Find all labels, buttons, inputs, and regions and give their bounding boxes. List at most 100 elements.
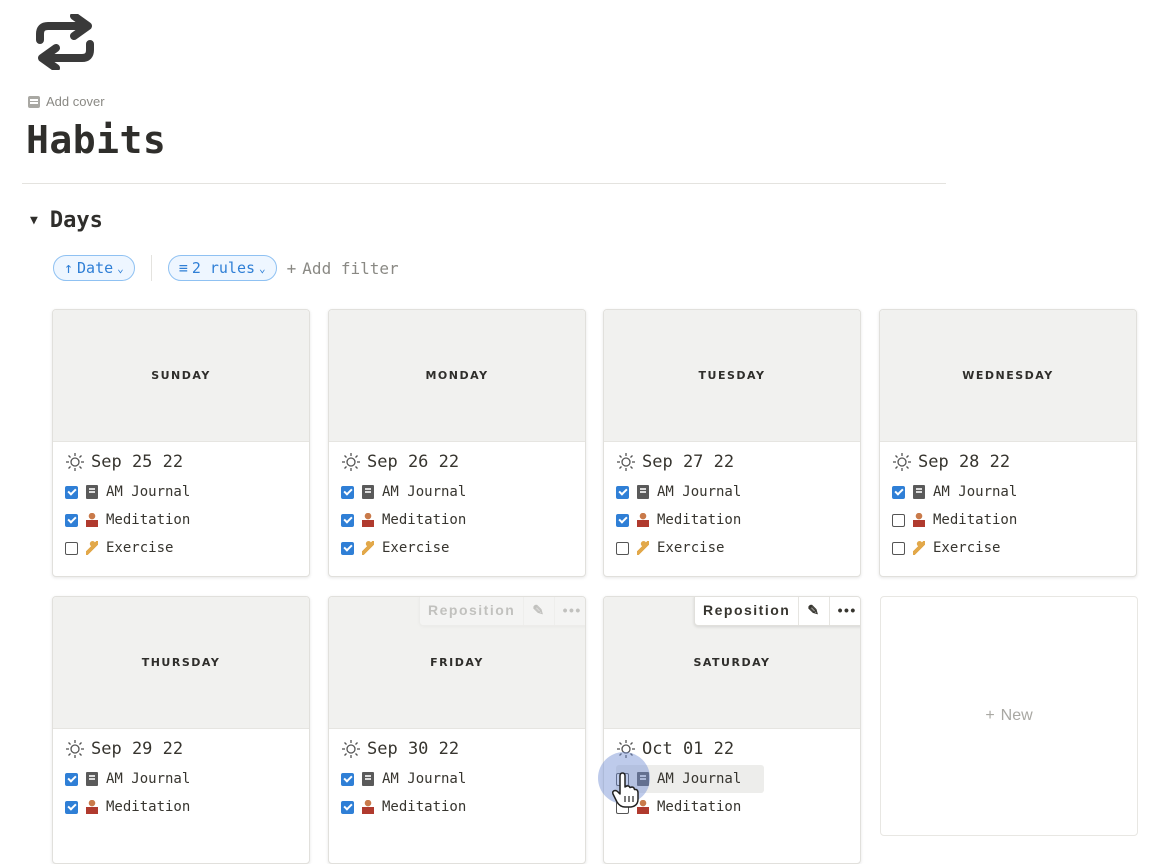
journal-icon bbox=[637, 485, 649, 499]
checkbox[interactable] bbox=[341, 513, 354, 527]
card-date: Sep 27 22 bbox=[642, 452, 735, 472]
card-date: Sep 25 22 bbox=[91, 452, 184, 472]
checkbox[interactable] bbox=[65, 513, 78, 527]
journal-icon bbox=[913, 485, 925, 499]
arrow-up-icon: ↑ bbox=[64, 259, 74, 277]
divider bbox=[22, 183, 946, 184]
checkbox[interactable] bbox=[341, 485, 354, 499]
card-cover-toolbar: Reposition ✎ ••• bbox=[419, 597, 585, 626]
habit-label: Meditation bbox=[657, 512, 742, 528]
rules-label: 2 rules bbox=[191, 259, 256, 277]
sun-icon bbox=[617, 453, 635, 471]
journal-icon bbox=[362, 772, 374, 786]
card-cover: WEDNESDAY bbox=[880, 310, 1136, 442]
checkbox[interactable] bbox=[892, 513, 905, 527]
journal-icon bbox=[86, 485, 98, 499]
card-thursday[interactable]: THURSDAY Sep 29 22 AM Journal Meditation bbox=[52, 596, 310, 864]
habit-label: AM Journal bbox=[382, 771, 467, 787]
habit-row: Meditation bbox=[65, 793, 297, 821]
checkbox[interactable] bbox=[892, 485, 905, 499]
reposition-button[interactable]: Reposition bbox=[420, 597, 525, 625]
habit-row: Meditation bbox=[892, 506, 1124, 534]
card-date: Sep 26 22 bbox=[367, 452, 460, 472]
meditation-icon bbox=[86, 513, 98, 527]
habit-label: AM Journal bbox=[933, 484, 1018, 500]
card-cover: Reposition ✎ ••• SATURDAY bbox=[604, 597, 860, 729]
habit-label: Meditation bbox=[933, 512, 1018, 528]
checkbox[interactable] bbox=[65, 485, 78, 499]
habit-row: Exercise bbox=[892, 534, 1124, 562]
habit-row: AM Journal bbox=[341, 765, 573, 793]
checkbox[interactable] bbox=[616, 513, 629, 527]
sort-label: Date bbox=[77, 259, 114, 277]
sun-icon bbox=[342, 453, 360, 471]
add-filter-button[interactable]: + Add filter bbox=[287, 259, 399, 278]
checkbox[interactable] bbox=[616, 541, 629, 555]
card-saturday[interactable]: Reposition ✎ ••• SATURDAY Oct 01 22 AM J… bbox=[603, 596, 861, 864]
card-cover: SUNDAY bbox=[53, 310, 309, 442]
habit-label: Meditation bbox=[657, 799, 742, 815]
exercise-icon bbox=[362, 541, 374, 555]
habit-label: Meditation bbox=[382, 799, 467, 815]
exercise-icon bbox=[637, 541, 649, 555]
card-cover: MONDAY bbox=[329, 310, 585, 442]
checkbox[interactable] bbox=[341, 541, 354, 555]
meditation-icon bbox=[362, 800, 374, 814]
pencil-icon[interactable]: ✎ bbox=[799, 597, 830, 625]
plus-icon: + bbox=[985, 707, 995, 724]
card-wednesday[interactable]: WEDNESDAY Sep 28 22 AM Journal Meditatio… bbox=[879, 309, 1137, 577]
more-icon[interactable]: ••• bbox=[555, 597, 585, 625]
sun-icon bbox=[66, 740, 84, 758]
checkbox[interactable] bbox=[65, 800, 78, 814]
new-card-button[interactable]: + New bbox=[880, 596, 1138, 836]
habit-row: Exercise bbox=[65, 534, 297, 562]
section-toggle-days[interactable]: ▼ Days bbox=[30, 208, 103, 233]
sun-icon bbox=[893, 453, 911, 471]
more-icon[interactable]: ••• bbox=[830, 597, 860, 625]
meditation-icon bbox=[637, 513, 649, 527]
card-date: Sep 28 22 bbox=[918, 452, 1011, 472]
new-card-label: New bbox=[1000, 707, 1033, 724]
checkbox[interactable] bbox=[616, 485, 629, 499]
card-monday[interactable]: MONDAY Sep 26 22 AM Journal Meditation E… bbox=[328, 309, 586, 577]
sort-date-pill[interactable]: ↑ Date ⌄ bbox=[53, 255, 135, 281]
habit-label: AM Journal bbox=[382, 484, 467, 500]
pencil-icon[interactable]: ✎ bbox=[524, 597, 555, 625]
rules-pill[interactable]: ≡ 2 rules ⌄ bbox=[167, 255, 277, 281]
filter-separator bbox=[150, 255, 152, 281]
card-friday[interactable]: Reposition ✎ ••• FRIDAY Sep 30 22 AM Jou… bbox=[328, 596, 586, 864]
page-title[interactable]: Habits bbox=[26, 118, 166, 162]
card-date: Sep 29 22 bbox=[91, 739, 184, 759]
chevron-down-icon: ⌄ bbox=[117, 261, 124, 275]
habit-label: Exercise bbox=[933, 540, 1001, 556]
reposition-button[interactable]: Reposition bbox=[695, 597, 800, 625]
card-sunday[interactable]: SUNDAY Sep 25 22 AM Journal Meditation E… bbox=[52, 309, 310, 577]
section-title: Days bbox=[49, 208, 103, 233]
checkbox[interactable] bbox=[65, 772, 78, 786]
habit-label: Meditation bbox=[106, 512, 191, 528]
habit-row: AM Journal bbox=[65, 478, 297, 506]
plus-icon: + bbox=[286, 258, 297, 278]
checkbox[interactable] bbox=[892, 541, 905, 555]
checkbox[interactable] bbox=[341, 772, 354, 786]
filter-bar: ↑ Date ⌄ ≡ 2 rules ⌄ + Add filter bbox=[53, 255, 399, 281]
card-tuesday[interactable]: TUESDAY Sep 27 22 AM Journal Meditation … bbox=[603, 309, 861, 577]
add-filter-label: Add filter bbox=[302, 258, 399, 278]
add-cover-button[interactable]: Add cover bbox=[28, 94, 105, 109]
habit-row: Meditation bbox=[341, 506, 573, 534]
habit-label: AM Journal bbox=[657, 484, 742, 500]
repeat-icon[interactable] bbox=[32, 14, 98, 70]
checkbox[interactable] bbox=[65, 541, 78, 555]
habit-label: Meditation bbox=[382, 512, 467, 528]
card-date: Oct 01 22 bbox=[642, 739, 735, 759]
sun-icon bbox=[66, 453, 84, 471]
exercise-icon bbox=[86, 541, 98, 555]
checkbox[interactable] bbox=[341, 800, 354, 814]
meditation-icon bbox=[913, 513, 925, 527]
add-cover-label: Add cover bbox=[46, 94, 105, 109]
habit-row: Exercise bbox=[616, 534, 848, 562]
card-cover: THURSDAY bbox=[53, 597, 309, 729]
habit-label: AM Journal bbox=[106, 771, 191, 787]
habit-row: Meditation bbox=[341, 793, 573, 821]
hand-cursor-icon bbox=[612, 772, 639, 808]
